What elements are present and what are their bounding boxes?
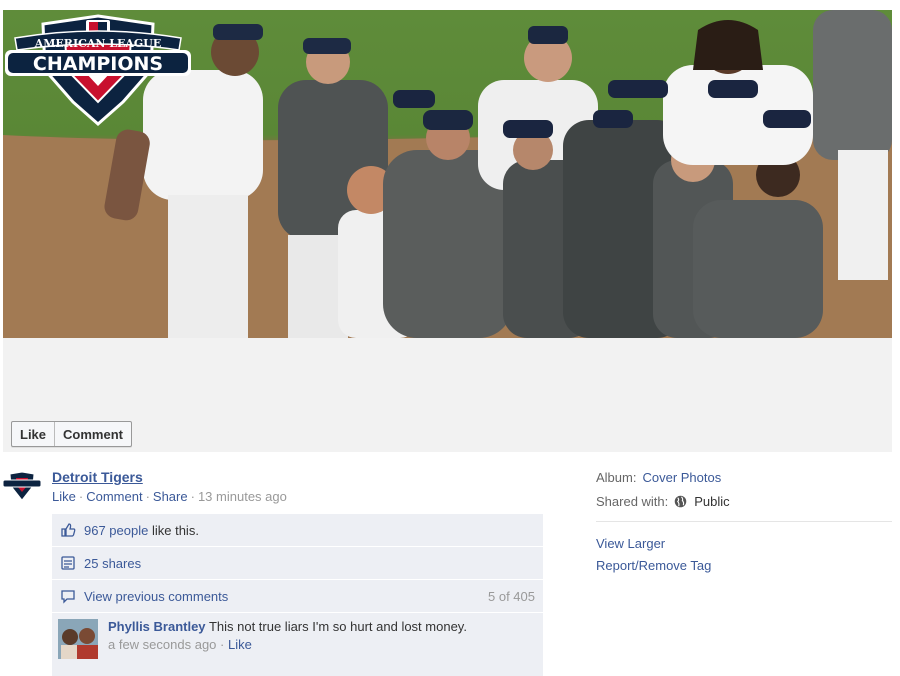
sidebar-divider [596, 521, 892, 522]
photo-stage: D AMERICAN LEAGUE CHAMPIONS Like Comment [3, 10, 892, 452]
shares-icon [61, 556, 75, 570]
feedback-box: 967 people like this. 25 shares View pre… [52, 514, 543, 676]
privacy-value[interactable]: Public [694, 494, 729, 509]
shared-with-line: Shared with: Public [596, 489, 892, 513]
logo-main-text: CHAMPIONS [33, 53, 163, 75]
globe-icon [675, 495, 687, 507]
likes-count-link[interactable]: 967 people [84, 523, 148, 538]
comment-footer: a few seconds ago · Like [108, 637, 252, 652]
page-avatar[interactable] [2, 470, 42, 502]
logo-top-text: AMERICAN LEAGUE [34, 37, 162, 50]
comment-text: This not true liars I'm so hurt and lost… [208, 619, 467, 634]
likes-suffix: like this. [151, 522, 199, 538]
thumbs-up-icon [61, 523, 76, 537]
comment-item: Phyllis Brantley This not true liars I'm… [52, 613, 543, 676]
view-larger-link[interactable]: View Larger [596, 536, 665, 551]
photo-action-bar: Like Comment [11, 421, 132, 447]
report-tag-line: Report/Remove Tag [596, 554, 892, 576]
photo-sidebar: Album: Cover Photos Shared with: Public … [596, 460, 892, 576]
album-line: Album: Cover Photos [596, 465, 892, 489]
commenter-avatar[interactable] [58, 619, 98, 659]
view-previous-comments-link[interactable]: View previous comments [84, 589, 228, 604]
meta-comment-link[interactable]: Comment [86, 489, 142, 504]
like-button[interactable]: Like [12, 422, 54, 446]
comment-bubble-icon [61, 590, 75, 604]
shares-link[interactable]: 25 shares [84, 556, 141, 571]
poster-name-link[interactable]: Detroit Tigers [52, 469, 143, 485]
cover-photo[interactable]: D AMERICAN LEAGUE CHAMPIONS [3, 10, 892, 338]
album-link[interactable]: Cover Photos [642, 470, 721, 485]
view-larger-line: View Larger [596, 532, 892, 554]
comment-button[interactable]: Comment [54, 422, 131, 446]
comment-count: 5 of 405 [488, 588, 535, 604]
view-previous-row: View previous comments 5 of 405 [52, 580, 543, 613]
comment-author-link[interactable]: Phyllis Brantley [108, 619, 206, 634]
comment-time: a few seconds ago [108, 637, 217, 652]
al-champions-logo: D AMERICAN LEAGUE CHAMPIONS [5, 14, 191, 126]
comment-like-link[interactable]: Like [228, 637, 252, 652]
meta-share-link[interactable]: Share [153, 489, 188, 504]
album-label: Album: [596, 469, 637, 485]
likes-row: 967 people like this. [52, 514, 543, 547]
report-remove-tag-link[interactable]: Report/Remove Tag [596, 558, 711, 573]
post-meta: Like · Comment · Share · 13 minutes ago [52, 489, 287, 504]
post-timestamp: 13 minutes ago [197, 489, 287, 504]
shared-with-label: Shared with: [596, 493, 669, 509]
meta-like-link[interactable]: Like [52, 489, 76, 504]
shares-row: 25 shares [52, 547, 543, 580]
